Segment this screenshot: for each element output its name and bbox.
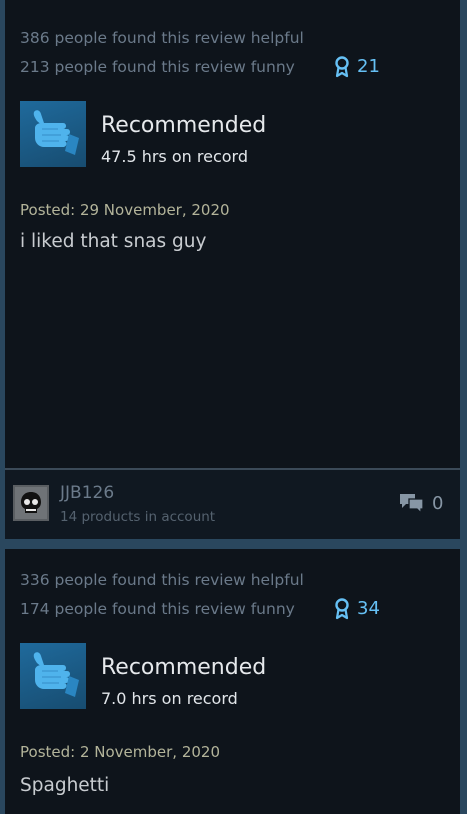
hours-on-record: 7.0 hrs on record <box>101 689 238 708</box>
products-in-account[interactable]: 14 products in account <box>60 508 215 526</box>
comment-count: 0 <box>432 492 444 514</box>
funny-count-text: 174 people found this review funny <box>20 600 295 618</box>
helpful-count-text: 386 people found this review helpful <box>20 29 304 47</box>
review-card: 386 people found this review helpful 213… <box>5 0 460 539</box>
award-ribbon-icon <box>335 56 349 78</box>
thumbs-up-icon[interactable] <box>20 643 86 709</box>
comments-button[interactable]: 0 <box>398 492 443 514</box>
posted-date: Posted: 2 November, 2020 <box>20 743 221 761</box>
hours-on-record: 47.5 hrs on record <box>101 147 248 166</box>
helpful-count-text: 336 people found this review helpful <box>20 571 304 589</box>
comment-bubbles-icon <box>400 494 424 514</box>
thumbs-up-icon[interactable] <box>20 101 86 167</box>
skull-icon <box>15 487 47 519</box>
recommendation-title[interactable]: Recommended <box>101 655 266 681</box>
recommendation-title[interactable]: Recommended <box>101 113 266 139</box>
review-card: 336 people found this review helpful 174… <box>5 549 460 814</box>
funny-count-text: 213 people found this review funny <box>20 58 295 76</box>
review-content: Spaghetti <box>20 775 110 796</box>
review-content: i liked that snas guy <box>20 231 207 252</box>
avatar[interactable] <box>13 485 49 521</box>
award-badge[interactable]: 21 <box>334 56 380 78</box>
award-count: 21 <box>357 56 380 77</box>
author-name[interactable]: JJB126 <box>60 482 114 504</box>
review-author-bar: JJB126 14 products in account 0 <box>5 468 460 539</box>
award-count: 34 <box>357 598 380 619</box>
posted-date: Posted: 29 November, 2020 <box>20 201 230 219</box>
award-badge[interactable]: 34 <box>334 598 380 620</box>
award-ribbon-icon <box>335 598 349 620</box>
